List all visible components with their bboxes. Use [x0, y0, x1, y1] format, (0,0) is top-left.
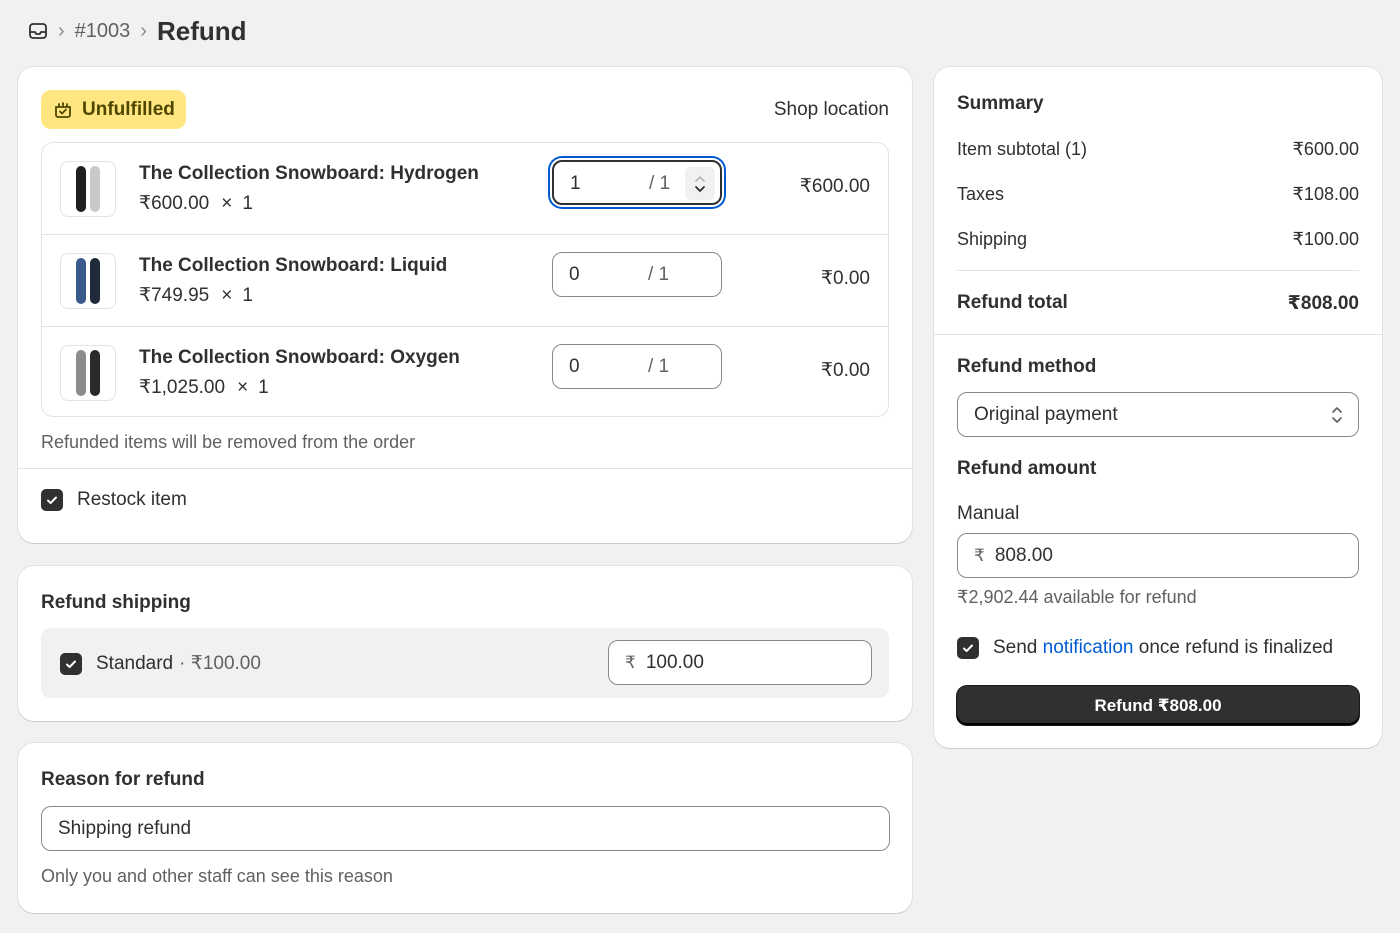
location-label: Shop location [773, 99, 889, 120]
refund-quantity-input[interactable]: 0 / 1 [552, 344, 722, 389]
status-badge: Unfulfilled [41, 90, 186, 129]
refund-shipping-title: Refund shipping [41, 592, 191, 613]
shipping-method-label: Standard [96, 652, 174, 674]
refund-quantity-input[interactable]: 1 / 1 [552, 160, 722, 205]
product-name[interactable]: The Collection Snowboard: Hydrogen [139, 163, 479, 185]
refund-amount-title: Refund amount [957, 458, 1097, 479]
product-name[interactable]: The Collection Snowboard: Oxygen [139, 347, 460, 369]
notification-link[interactable]: notification [1043, 637, 1134, 658]
refund-quantity-value[interactable]: 1 [570, 173, 581, 195]
product-thumbnail [60, 253, 116, 309]
notification-text: Send notification once refund is finaliz… [993, 637, 1334, 658]
inbox-icon[interactable] [28, 21, 48, 41]
line-item: The Collection Snowboard: Hydrogen ₹600.… [42, 143, 888, 235]
checkbox-checked-icon[interactable] [60, 652, 82, 675]
summary-card: Summary Item subtotal (1) ₹600.00 Taxes ₹1… [934, 67, 1382, 748]
items-removal-note: Refunded items will be removed from the … [41, 432, 416, 452]
refund-quantity-input[interactable]: 0 / 1 [552, 252, 722, 297]
refund-method-select[interactable]: Original payment [957, 392, 1359, 437]
line-item-refund-total: ₹0.00 [820, 360, 870, 381]
quantity-stepper[interactable] [685, 167, 715, 200]
refund-button[interactable]: Refund ₹808.00 [957, 686, 1359, 725]
refund-reason-help: Only you and other staff can see this re… [41, 866, 393, 886]
shipping-refund-amount-input[interactable]: ₹ 100.00 [608, 640, 872, 685]
shipping-method-price: · ₹100.00 [179, 653, 261, 674]
refund-reason-value[interactable]: Shipping refund [58, 818, 191, 840]
chevron-up-icon [695, 175, 705, 182]
product-unit-price: ₹600.00 × 1 [139, 193, 253, 214]
refund-items-card: Unfulfilled Shop location The Collection… [18, 67, 912, 543]
chevron-right-icon: › [58, 20, 65, 42]
currency-symbol: ₹ [625, 652, 636, 672]
summary-row-item-subtotal: Item subtotal (1) ₹600.00 [957, 139, 1359, 159]
line-item: The Collection Snowboard: Liquid ₹749.95… [42, 235, 888, 327]
select-chevron-icon [1332, 407, 1342, 423]
divider [957, 270, 1359, 271]
product-thumbnail [60, 345, 116, 401]
shipping-checkbox[interactable]: Standard · ₹100.00 [60, 652, 261, 675]
divider [18, 468, 912, 469]
product-name[interactable]: The Collection Snowboard: Liquid [139, 255, 447, 277]
send-notification-checkbox[interactable]: Send notification once refund is finaliz… [957, 637, 1333, 659]
refund-amount-input[interactable]: ₹ 808.00 [957, 533, 1359, 578]
refund-quantity-value[interactable]: 0 [569, 264, 580, 286]
refund-method-value[interactable]: Original payment [974, 404, 1118, 426]
breadcrumb-order-link[interactable]: #1003 [75, 20, 131, 43]
restock-checkbox[interactable]: Restock item [41, 489, 187, 511]
summary-row-taxes: Taxes ₹108.00 [957, 184, 1359, 204]
refund-reason-input[interactable]: Shipping refund [41, 806, 890, 851]
line-item: The Collection Snowboard: Oxygen ₹1,025.… [42, 327, 888, 416]
refund-quantity-max: / 1 [649, 173, 671, 194]
summary-refund-total: Refund total ₹808.00 [957, 292, 1359, 314]
line-item-refund-total: ₹600.00 [799, 176, 870, 197]
product-thumbnail [60, 161, 116, 217]
status-badge-label: Unfulfilled [82, 98, 175, 120]
product-unit-price: ₹749.95 × 1 [139, 285, 253, 306]
currency-symbol: ₹ [974, 545, 985, 565]
chevron-right-icon: › [140, 20, 147, 42]
summary-row-shipping: Shipping ₹100.00 [957, 229, 1359, 249]
refund-reason-card: Reason for refund Shipping refund Only y… [18, 743, 912, 913]
shipping-refund-amount-value[interactable]: 100.00 [646, 652, 704, 674]
available-for-refund: ₹2,902.44 available for refund [957, 587, 1197, 607]
breadcrumb: › #1003 › Refund [28, 16, 247, 46]
shipping-line: Standard · ₹100.00 ₹ 100.00 [41, 628, 889, 698]
restock-label: Restock item [77, 489, 187, 510]
line-items-list: The Collection Snowboard: Hydrogen ₹600.… [41, 142, 889, 417]
refund-quantity-value[interactable]: 0 [569, 356, 580, 378]
page-title: Refund [156, 15, 247, 46]
line-item-refund-total: ₹0.00 [820, 268, 870, 289]
chevron-down-icon [695, 185, 705, 192]
checkbox-checked-icon[interactable] [957, 637, 979, 659]
fulfillment-icon [53, 100, 73, 120]
refund-reason-title: Reason for refund [41, 769, 205, 790]
refund-quantity-max: / 1 [648, 264, 670, 285]
refund-quantity-max: / 1 [648, 356, 670, 377]
summary-title: Summary [957, 93, 1044, 114]
manual-label: Manual [957, 503, 1020, 524]
refund-method-title: Refund method [957, 356, 1097, 377]
divider [934, 334, 1382, 335]
refund-amount-value[interactable]: 808.00 [995, 545, 1053, 567]
product-unit-price: ₹1,025.00 × 1 [139, 377, 269, 398]
checkbox-checked-icon[interactable] [41, 489, 63, 511]
refund-shipping-card: Refund shipping Standard · ₹100.00 ₹ 100… [18, 566, 912, 721]
